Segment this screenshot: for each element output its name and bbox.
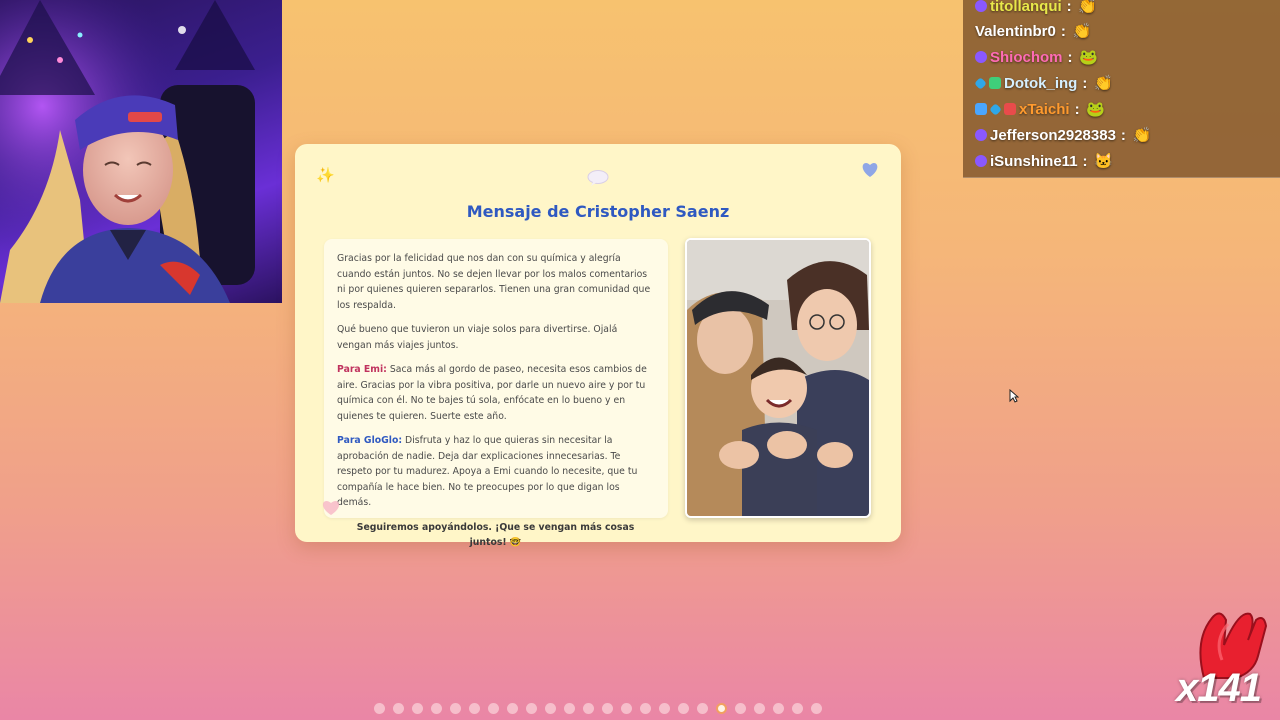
alert-count: x141 bbox=[1176, 666, 1262, 710]
subscriber-badge-icon bbox=[975, 0, 987, 12]
pink-heart-icon bbox=[321, 500, 341, 520]
clap-icon: 👏 bbox=[1094, 75, 1113, 92]
slide-dot[interactable] bbox=[450, 703, 461, 714]
blue-heart-icon bbox=[861, 162, 879, 182]
message-card: ✨ Mensaje de Cristopher Saenz Gracias po… bbox=[295, 144, 901, 548]
frog-icon: 🐸 bbox=[1086, 101, 1105, 118]
emi-label: Para Emi: bbox=[337, 364, 387, 375]
chat-username: Dotok_ing bbox=[1004, 74, 1078, 92]
chat-message: Dotok_ing : 👏 bbox=[974, 71, 1113, 95]
message-title: Mensaje de Cristopher Saenz bbox=[466, 202, 730, 221]
clap-icon: 👏 bbox=[1072, 23, 1092, 40]
subscriber-badge-icon bbox=[975, 155, 987, 167]
chat-separator: : bbox=[1066, 0, 1072, 15]
slide-dot[interactable] bbox=[545, 703, 556, 714]
speech-bubble-icon bbox=[587, 170, 609, 190]
slide-dot[interactable] bbox=[412, 703, 423, 714]
slide-dot[interactable] bbox=[811, 703, 822, 714]
message-photo bbox=[685, 238, 871, 518]
slide-dot[interactable] bbox=[659, 703, 670, 714]
slide-dot[interactable] bbox=[526, 703, 537, 714]
chat-overlay: titollanqui : 👏 Valentinbr0 : 👏 Shiochom… bbox=[963, 0, 1280, 178]
slide-dot[interactable] bbox=[678, 703, 689, 714]
slide-dot[interactable] bbox=[792, 703, 803, 714]
chat-separator: : bbox=[1120, 126, 1126, 144]
mouse-cursor-icon bbox=[1009, 388, 1020, 407]
cat-icon: 🐱 bbox=[1094, 153, 1113, 170]
red-badge-icon bbox=[1004, 103, 1016, 115]
subscriber-badge-icon bbox=[975, 51, 987, 63]
frog-icon: 🐸 bbox=[1079, 49, 1098, 66]
clap-icon: 👏 bbox=[1078, 0, 1097, 15]
clap-icon: 👏 bbox=[1132, 127, 1152, 144]
slide-dot[interactable] bbox=[583, 703, 594, 714]
chat-username: xTaichi bbox=[1019, 100, 1070, 118]
clap-alert: x141 bbox=[1172, 600, 1280, 712]
slide-dot[interactable] bbox=[431, 703, 442, 714]
family-photo bbox=[687, 240, 869, 516]
chat-separator: : bbox=[1074, 100, 1080, 118]
slide-dot[interactable] bbox=[374, 703, 385, 714]
sparkle-icon: ✨ bbox=[316, 166, 335, 184]
slide-dot[interactable] bbox=[621, 703, 632, 714]
slide-dot-active[interactable] bbox=[716, 703, 727, 714]
slide-dot[interactable] bbox=[602, 703, 613, 714]
subscriber-badge-icon bbox=[975, 129, 987, 141]
chat-username: Valentinbr0 bbox=[975, 22, 1056, 40]
chat-separator: : bbox=[1082, 152, 1088, 170]
slide-dot[interactable] bbox=[469, 703, 480, 714]
slide-indicator bbox=[374, 703, 822, 714]
slide-dot[interactable] bbox=[773, 703, 784, 714]
slide-dot[interactable] bbox=[393, 703, 404, 714]
chat-message: xTaichi : 🐸 bbox=[975, 97, 1105, 121]
message-closing: Seguiremos apoyándolos. ¡Que se vengan m… bbox=[356, 521, 635, 549]
message-paragraph-emi: Para Emi: Saca más al gordo de paseo, ne… bbox=[337, 362, 654, 424]
gem-badge-icon bbox=[989, 102, 1002, 116]
slide-dot[interactable] bbox=[640, 703, 651, 714]
gloglo-label: Para GloGlo: bbox=[337, 435, 403, 446]
chat-separator: : bbox=[1067, 48, 1073, 66]
slide-dot[interactable] bbox=[507, 703, 518, 714]
slide-dot[interactable] bbox=[564, 703, 575, 714]
message-text-panel: Gracias por la felicidad que nos dan con… bbox=[324, 239, 668, 548]
chat-separator: : bbox=[1082, 74, 1088, 92]
slide-dot[interactable] bbox=[754, 703, 765, 714]
chat-message: Shiochom : 🐸 bbox=[975, 45, 1098, 69]
message-paragraph: Qué bueno que tuvieron un viaje solos pa… bbox=[337, 324, 618, 351]
slide-dot[interactable] bbox=[488, 703, 499, 714]
chat-username: Shiochom bbox=[990, 48, 1063, 66]
chat-username: titollanqui bbox=[990, 0, 1062, 15]
chat-message: Valentinbr0 : 👏 bbox=[975, 19, 1091, 43]
message-paragraph-gloglo: Para GloGlo: Disfruta y haz lo que quier… bbox=[337, 433, 654, 511]
message-paragraph: Gracias por la felicidad que nos dan con… bbox=[337, 253, 651, 311]
chat-separator: : bbox=[1060, 22, 1066, 40]
green-badge-icon bbox=[989, 77, 1001, 89]
arrow-badge-icon bbox=[975, 103, 987, 115]
chat-username: Jefferson2928383 bbox=[990, 126, 1116, 144]
chat-message: iSunshine11 : 🐱 bbox=[975, 149, 1113, 173]
slide-dot[interactable] bbox=[735, 703, 746, 714]
chat-message: Jefferson2928383 : 👏 bbox=[975, 123, 1151, 147]
streamer-image bbox=[0, 0, 282, 303]
gem-badge-icon bbox=[974, 76, 987, 90]
webcam-feed bbox=[0, 0, 282, 303]
chat-message: titollanqui : 👏 bbox=[975, 0, 1097, 18]
chat-username: iSunshine11 bbox=[990, 152, 1078, 170]
slide-dot[interactable] bbox=[697, 703, 708, 714]
